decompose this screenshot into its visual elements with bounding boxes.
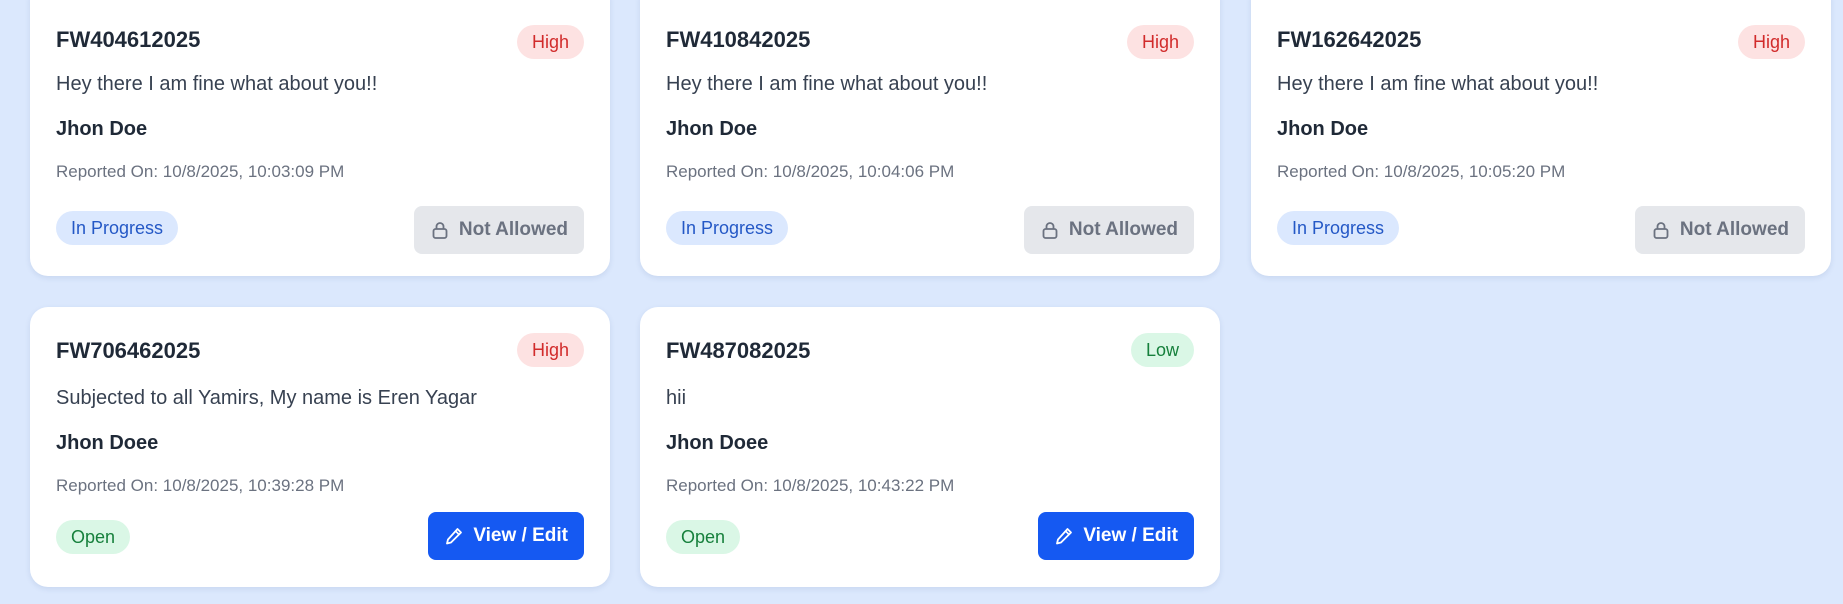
- ticket-card: FW706462025 High Subjected to all Yamirs…: [30, 307, 610, 587]
- reported-on: Reported On: 10/8/2025, 10:03:09 PM: [56, 162, 345, 181]
- view-edit-button[interactable]: View / Edit: [428, 512, 584, 560]
- ticket-code: FW706462025: [56, 338, 201, 363]
- ticket-message: Subjected to all Yamirs, My name is Eren…: [56, 387, 477, 409]
- ticket-card: FW410842025 High Hey there I am fine wha…: [640, 0, 1220, 276]
- priority-badge: High: [1737, 25, 1805, 59]
- ticket-code: FW162642025: [1277, 27, 1422, 52]
- reported-on: Reported On: 10/8/2025, 10:05:20 PM: [1277, 162, 1566, 181]
- status-badge: In Progress: [666, 211, 789, 245]
- not-allowed-button[interactable]: Not Allowed: [1634, 206, 1805, 254]
- lock-icon: [432, 222, 448, 239]
- ticket-code: FW404612025: [56, 27, 201, 52]
- priority-badge: High: [516, 25, 584, 59]
- ticket-message: Hey there I am fine what about you!!: [1277, 73, 1599, 95]
- view-edit-button[interactable]: View / Edit: [1038, 512, 1194, 560]
- pencil-icon: [446, 528, 463, 545]
- not-allowed-button[interactable]: Not Allowed: [413, 206, 584, 254]
- button-label: View / Edit: [473, 525, 568, 546]
- button-label: Not Allowed: [1068, 219, 1178, 240]
- priority-badge: Low: [1130, 333, 1194, 367]
- ticket-message: Hey there I am fine what about you!!: [666, 73, 988, 95]
- status-badge: In Progress: [1277, 211, 1400, 245]
- button-label: View / Edit: [1083, 525, 1178, 546]
- ticket-code: FW487082025: [666, 338, 811, 363]
- ticket-message: hii: [666, 387, 687, 409]
- lock-icon: [1653, 222, 1669, 239]
- ticket-message: Hey there I am fine what about you!!: [56, 73, 378, 95]
- reporter-name: Jhon Doe: [56, 118, 148, 140]
- button-label: Not Allowed: [458, 219, 568, 240]
- reported-on: Reported On: 10/8/2025, 10:04:06 PM: [666, 162, 955, 181]
- lock-icon: [1042, 222, 1058, 239]
- reported-on: Reported On: 10/8/2025, 10:39:28 PM: [56, 476, 345, 495]
- status-badge: In Progress: [56, 211, 179, 245]
- status-badge: Open: [56, 520, 131, 554]
- reporter-name: Jhon Doee: [666, 432, 769, 454]
- reporter-name: Jhon Doe: [666, 118, 758, 140]
- ticket-code: FW410842025: [666, 27, 811, 52]
- reporter-name: Jhon Doee: [56, 432, 159, 454]
- ticket-card: FW404612025 High Hey there I am fine wha…: [30, 0, 610, 276]
- ticket-card: FW487082025 Low hii Jhon Doee Reported O…: [640, 307, 1220, 587]
- priority-badge: High: [516, 333, 584, 367]
- pencil-icon: [1056, 528, 1073, 545]
- reported-on: Reported On: 10/8/2025, 10:43:22 PM: [666, 476, 955, 495]
- button-label: Not Allowed: [1679, 219, 1789, 240]
- reporter-name: Jhon Doe: [1277, 118, 1369, 140]
- ticket-card: FW162642025 High Hey there I am fine wha…: [1251, 0, 1831, 276]
- status-badge: Open: [666, 520, 741, 554]
- not-allowed-button[interactable]: Not Allowed: [1023, 206, 1194, 254]
- priority-badge: High: [1126, 25, 1194, 59]
